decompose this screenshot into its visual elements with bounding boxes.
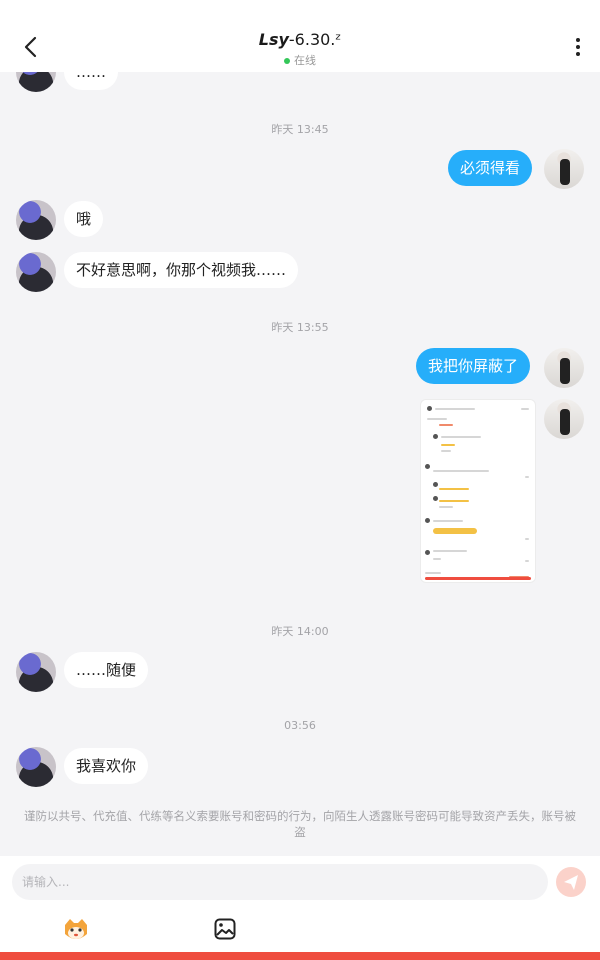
chat-header: Lsy-6.30.ᶻ 在线 [0, 0, 600, 72]
message-input[interactable]: 请输入... [12, 864, 548, 900]
send-button[interactable] [556, 867, 586, 897]
contact-avatar[interactable] [16, 72, 56, 92]
title-suffix: -6.30.ᶻ [288, 30, 342, 49]
send-icon [564, 875, 578, 890]
accent-bar [0, 952, 600, 960]
online-status: 在线 [0, 52, 600, 68]
my-avatar[interactable] [544, 348, 584, 388]
contact-avatar[interactable] [16, 747, 56, 787]
timestamp: 昨天 14:00 [271, 625, 329, 638]
emoji-mascot-icon[interactable] [62, 916, 90, 944]
chat-title-block: Lsy-6.30.ᶻ 在线 [0, 30, 600, 68]
my-avatar[interactable] [544, 399, 584, 439]
message-list[interactable]: …… 昨天 13:45 必须得看 哦 不好意思啊，你那个视频我…… 昨天 13:… [0, 72, 600, 856]
message-bubble-in[interactable]: ……随便 [64, 652, 149, 688]
message-bubble-in[interactable]: 不好意思啊，你那个视频我…… [64, 252, 299, 288]
title-name: Lsy [258, 30, 289, 49]
image-icon[interactable] [214, 918, 236, 940]
message-bubble-out[interactable]: 我把你屏蔽了 [416, 348, 531, 384]
contact-avatar[interactable] [16, 252, 56, 292]
contact-avatar[interactable] [16, 652, 56, 692]
timestamp: 03:56 [284, 719, 316, 732]
message-bubble-in[interactable]: …… [64, 72, 118, 90]
more-vertical-icon[interactable] [574, 38, 582, 58]
status-text: 在线 [294, 54, 316, 67]
message-bubble-out[interactable]: 必须得看 [448, 150, 533, 186]
my-avatar[interactable] [544, 149, 584, 189]
timestamp: 昨天 13:55 [271, 321, 329, 334]
contact-avatar[interactable] [16, 200, 56, 240]
online-dot [284, 58, 290, 64]
message-bubble-in[interactable]: 哦 [64, 201, 104, 237]
message-bubble-in[interactable]: 我喜欢你 [64, 748, 149, 784]
screenshot-image-message[interactable] [420, 399, 536, 583]
chat-title: Lsy-6.30.ᶻ [0, 30, 600, 49]
input-bar: 请输入... [0, 856, 600, 952]
security-notice: 谨防以共号、代充值、代练等名义索要账号和密码的行为，向陌生人透露账号密码可能导致… [24, 809, 576, 839]
timestamp: 昨天 13:45 [271, 123, 329, 136]
